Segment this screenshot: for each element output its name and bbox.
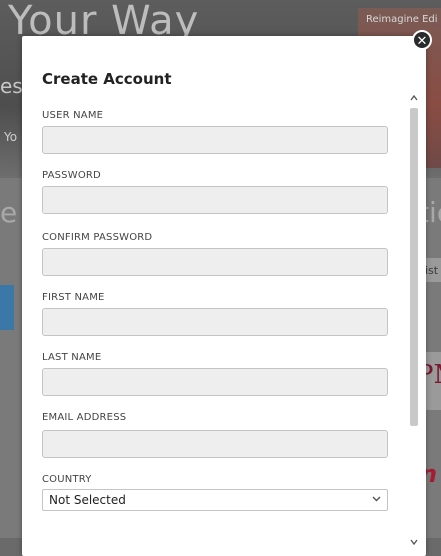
- last-name-label: LAST NAME: [42, 352, 102, 363]
- background-hero-subtitle: es: [0, 74, 23, 98]
- first-name-input[interactable]: [42, 308, 388, 336]
- chevron-down-icon: [372, 494, 381, 505]
- background-left-text: e: [0, 196, 18, 229]
- background-hero-text: Yo: [4, 130, 18, 144]
- country-label: COUNTRY: [42, 474, 92, 485]
- password-input[interactable]: [42, 186, 388, 214]
- first-name-label: FIRST NAME: [42, 292, 105, 303]
- password-label: PASSWORD: [42, 170, 101, 181]
- close-icon[interactable]: ✕: [412, 30, 432, 50]
- username-input[interactable]: [42, 126, 388, 154]
- background-blue-button: [0, 285, 14, 330]
- country-select[interactable]: Not Selected: [42, 489, 388, 511]
- modal-title: Create Account: [42, 70, 172, 88]
- email-input[interactable]: [42, 430, 388, 458]
- last-name-input[interactable]: [42, 368, 388, 396]
- background-promo-label: Reimagine Edi: [366, 14, 438, 25]
- scroll-down-icon[interactable]: [409, 538, 419, 548]
- scroll-up-icon[interactable]: [409, 94, 419, 104]
- email-label: EMAIL ADDRESS: [42, 412, 127, 423]
- scroll-thumb[interactable]: [410, 108, 418, 426]
- username-label: USER NAME: [42, 110, 104, 121]
- confirm-password-input[interactable]: [42, 248, 388, 276]
- country-select-value: Not Selected: [49, 493, 126, 507]
- create-account-modal: Create Account USER NAME PASSWORD CONFIR…: [22, 36, 426, 556]
- confirm-password-label: CONFIRM PASSWORD: [42, 232, 153, 243]
- modal-scrollbar[interactable]: [408, 94, 420, 550]
